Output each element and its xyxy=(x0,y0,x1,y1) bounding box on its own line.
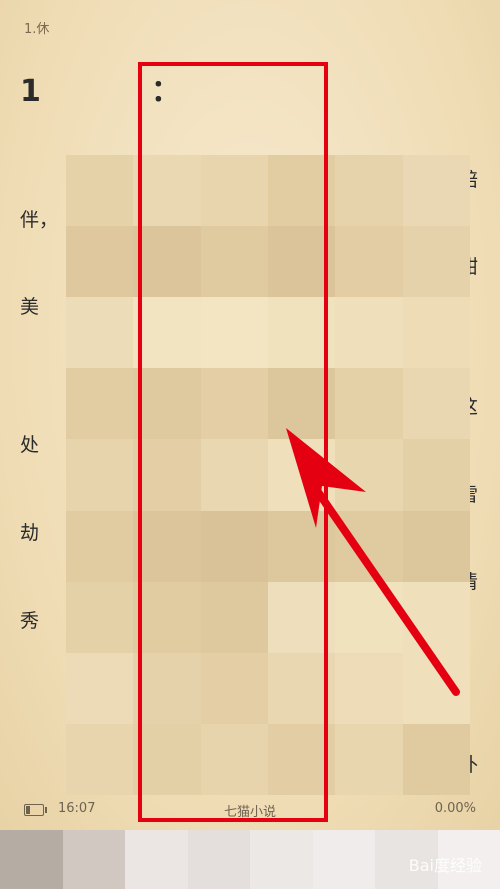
reading-progress: 0.00% xyxy=(434,801,476,816)
app-name: 七猫小说 xyxy=(223,805,276,820)
baidu-jingyan-watermark: Bai度经验 xyxy=(408,856,482,875)
pointer-arrow-icon xyxy=(286,428,460,696)
reader-status-bar: 16:07 七猫小说 0.00% xyxy=(0,796,500,826)
